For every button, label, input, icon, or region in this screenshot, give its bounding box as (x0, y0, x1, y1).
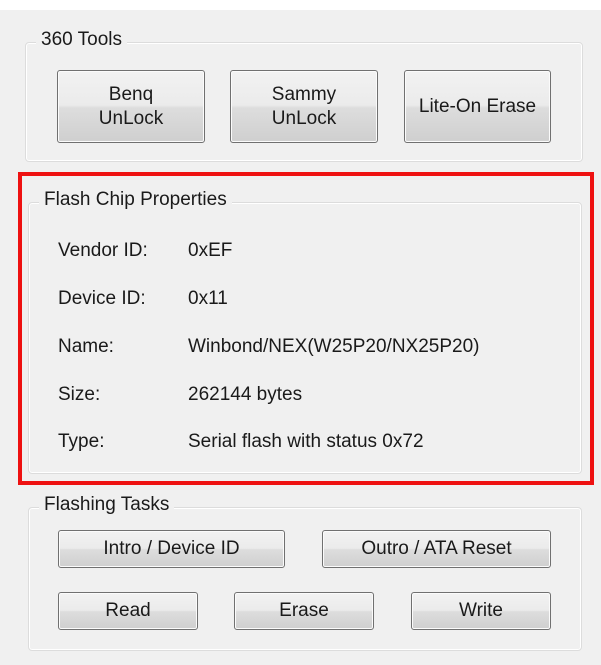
benq-unlock-label: Benq UnLock (98, 83, 164, 129)
size-value: 262144 bytes (188, 384, 303, 405)
vendor-id-value: 0xEF (188, 240, 233, 261)
flash-chip-properties-title: Flash Chip Properties (39, 189, 232, 211)
read-label: Read (105, 600, 151, 621)
app-window: 360 Tools Benq UnLock Sammy UnLock Lite-… (0, 0, 601, 665)
write-button[interactable]: Write (411, 592, 551, 630)
liteon-erase-label: Lite-On Erase (418, 95, 537, 117)
liteon-erase-button[interactable]: Lite-On Erase (404, 70, 551, 143)
top-strip (0, 0, 601, 10)
flashing-tasks-title: Flashing Tasks (39, 494, 175, 516)
size-label: Size: (58, 384, 101, 405)
intro-device-id-button[interactable]: Intro / Device ID (58, 530, 285, 568)
device-id-label: Device ID: (58, 288, 146, 309)
write-label: Write (459, 600, 503, 621)
outro-ata-reset-button[interactable]: Outro / ATA Reset (322, 530, 551, 568)
erase-button[interactable]: Erase (234, 592, 374, 630)
type-label: Type: (58, 431, 105, 452)
name-value: Winbond/NEX(W25P20/NX25P20) (188, 336, 480, 357)
read-button[interactable]: Read (58, 592, 198, 630)
device-id-value: 0x11 (188, 288, 228, 309)
outro-ata-reset-label: Outro / ATA Reset (361, 538, 512, 559)
intro-device-id-label: Intro / Device ID (103, 538, 240, 559)
sammy-unlock-button[interactable]: Sammy UnLock (230, 70, 378, 143)
tools-group-title: 360 Tools (36, 29, 127, 51)
erase-label: Erase (279, 600, 329, 621)
name-label: Name: (58, 336, 114, 357)
vendor-id-label: Vendor ID: (58, 240, 148, 261)
type-value: Serial flash with status 0x72 (188, 431, 424, 452)
sammy-unlock-label: Sammy UnLock (271, 83, 337, 129)
benq-unlock-button[interactable]: Benq UnLock (57, 70, 205, 143)
